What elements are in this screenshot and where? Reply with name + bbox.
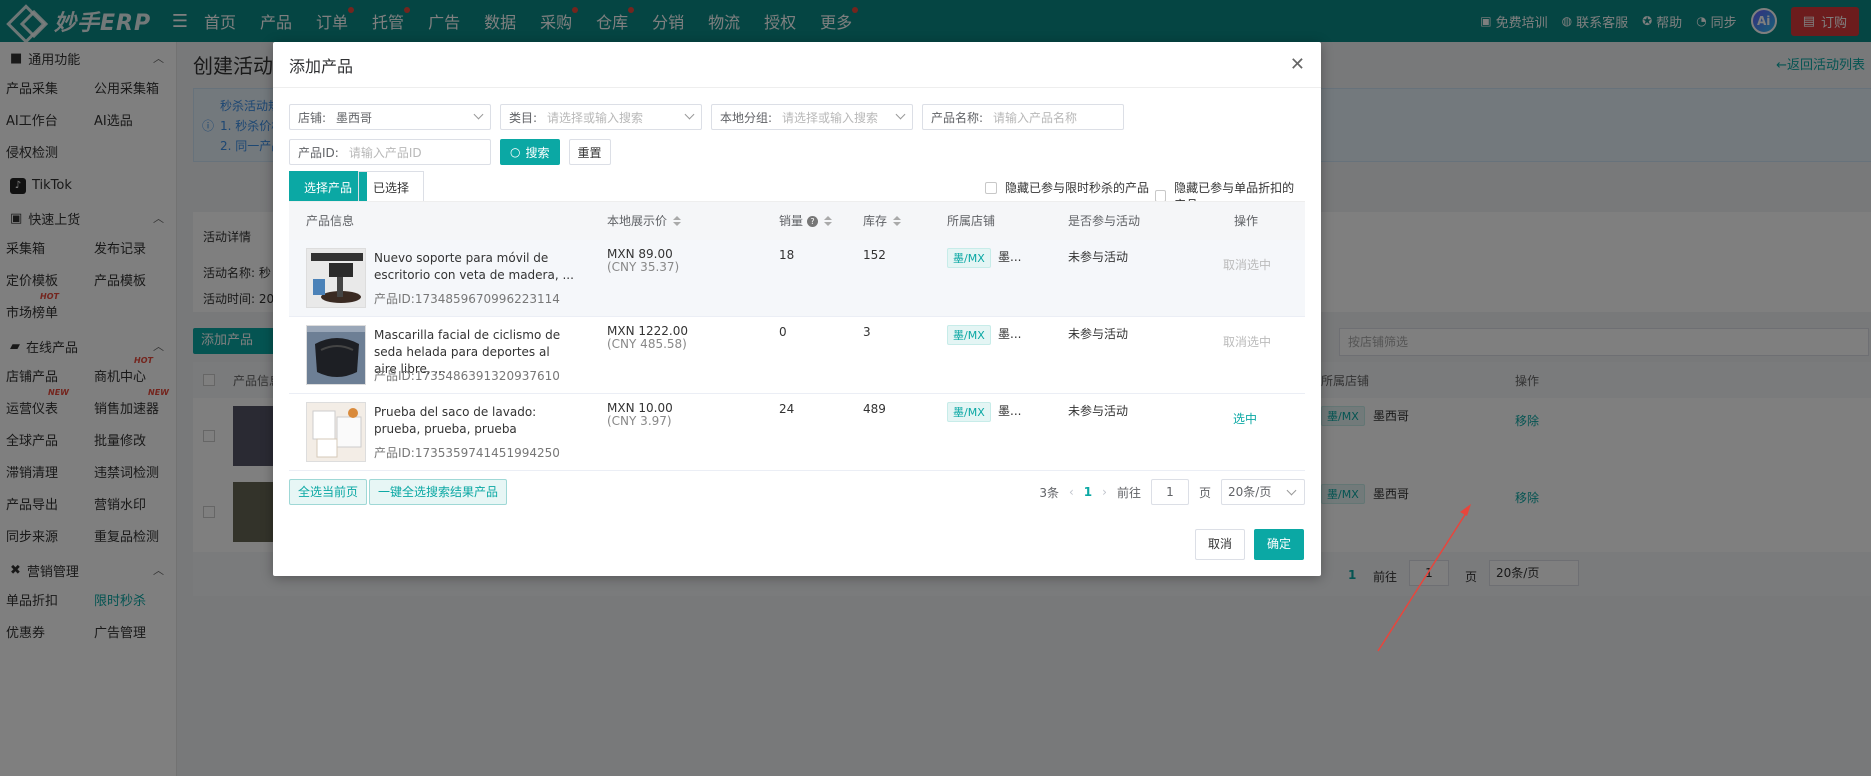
product-price: MXN 1222.00 (CNY 485.58)	[607, 324, 688, 351]
product-id: 产品ID:1734859670996223114	[374, 292, 560, 306]
product-id: 产品ID:1735359741451994250	[374, 446, 560, 460]
shop-select[interactable]: 店铺: 墨西哥	[289, 104, 491, 130]
table-row[interactable]: Mascarilla facial de ciclismo de seda he…	[289, 317, 1305, 394]
filter-bar: 店铺: 墨西哥 类目: 请选择或输入搜索 本地分组: 请选择或输入搜索 产品名称: 请输…	[289, 104, 1305, 174]
col-activity: 是否参与活动	[1068, 214, 1141, 228]
product-id: 产品ID:1735486391320937610	[374, 369, 560, 383]
chevron-down-icon	[684, 109, 695, 120]
table-row[interactable]: Prueba del saco de lavado: prueba, prueb…	[289, 394, 1305, 471]
product-name-input[interactable]: 产品名称: 请输入产品名称	[922, 104, 1124, 130]
page-size-select[interactable]: 20条/页	[1221, 479, 1305, 505]
shop-name: 墨...	[998, 327, 1022, 341]
product-title: Nuevo soporte para móvil de escritorio c…	[374, 251, 574, 282]
checkbox-box	[985, 181, 997, 194]
local-group-select[interactable]: 本地分组: 请选择或输入搜索	[711, 104, 913, 130]
hide-flash-sale-checkbox[interactable]: 隐藏已参与限时秒杀的产品	[985, 179, 1149, 196]
pagination: 3条 ‹ 1 › 前往 1 页 20条/页	[1039, 479, 1305, 505]
product-thumbnail	[306, 402, 366, 462]
col-product-info: 产品信息	[306, 214, 355, 228]
current-page[interactable]: 1	[1084, 485, 1092, 499]
prev-page-icon[interactable]: ‹	[1069, 485, 1074, 499]
goto-label: 前往	[1116, 485, 1141, 500]
table-footer: 全选当前页 一键全选搜索结果产品 3条 ‹ 1 › 前往 1 页 20条/页	[289, 479, 1305, 507]
product-thumbnail	[306, 325, 366, 385]
search-button[interactable]: ○ 搜索	[500, 139, 560, 165]
question-icon: ?	[807, 215, 819, 227]
tab-selected[interactable]: 已选择	[358, 171, 425, 203]
unselect-link[interactable]: 取消选中	[1223, 256, 1271, 273]
shop-tag: 墨/MX	[947, 325, 991, 345]
tab-select-product[interactable]: 选择产品	[289, 171, 368, 203]
product-stock: 3	[863, 325, 871, 339]
close-icon[interactable]: ✕	[1290, 54, 1305, 75]
col-price[interactable]: 本地展示价	[607, 202, 682, 240]
select-current-page-button[interactable]: 全选当前页	[289, 479, 368, 505]
shop-name: 墨...	[998, 404, 1022, 418]
product-stock: 489	[863, 402, 886, 416]
page-unit: 页	[1198, 485, 1211, 500]
product-table: 产品信息 本地展示价 销量? 库存 所属店铺 是否参与活动 操作 Nuevo s…	[289, 201, 1305, 471]
search-icon: ○	[510, 145, 521, 159]
sort-icon	[893, 216, 902, 226]
product-title: Prueba del saco de lavado: prueba, prueb…	[374, 405, 537, 436]
sort-icon	[824, 216, 833, 226]
product-tabs: 选择产品 已选择 隐藏已参与限时秒杀的产品 隐藏已参与单品折扣的产品	[289, 171, 1305, 212]
table-header: 产品信息 本地展示价 销量? 库存 所属店铺 是否参与活动 操作	[289, 202, 1305, 240]
product-price: MXN 10.00 (CNY 3.97)	[607, 401, 673, 428]
activity-status: 未参与活动	[1068, 250, 1129, 264]
table-row[interactable]: Nuevo soporte para móvil de escritorio c…	[289, 240, 1305, 317]
add-product-dialog: 添加产品 ✕ 店铺: 墨西哥 类目: 请选择或输入搜索 本地分组: 请选择或输入搜索 …	[273, 42, 1321, 576]
goto-page-input[interactable]: 1	[1150, 479, 1189, 505]
chevron-down-icon	[895, 109, 906, 120]
product-sales: 24	[779, 402, 795, 416]
total-count: 3条	[1039, 485, 1059, 500]
product-id-input[interactable]: 产品ID: 请输入产品ID	[289, 139, 491, 165]
col-shop: 所属店铺	[947, 214, 996, 228]
product-stock: 152	[863, 248, 886, 262]
col-stock[interactable]: 库存	[863, 202, 902, 240]
category-select[interactable]: 类目: 请选择或输入搜索	[500, 104, 702, 130]
shop-tag: 墨/MX	[947, 402, 991, 422]
activity-status: 未参与活动	[1068, 404, 1129, 418]
select-all-results-button[interactable]: 一键全选搜索结果产品	[369, 479, 508, 505]
next-page-icon[interactable]: ›	[1102, 485, 1107, 499]
activity-status: 未参与活动	[1068, 327, 1129, 341]
shop-name: 墨...	[998, 250, 1022, 264]
confirm-button[interactable]: 确定	[1254, 529, 1304, 560]
col-sales[interactable]: 销量?	[779, 202, 833, 240]
product-thumbnail	[306, 248, 366, 308]
product-sales: 18	[779, 248, 795, 262]
shop-tag: 墨/MX	[947, 248, 991, 268]
reset-button[interactable]: 重置	[568, 139, 611, 165]
unselect-link[interactable]: 取消选中	[1223, 333, 1271, 350]
sort-icon	[673, 216, 682, 226]
select-link[interactable]: 选中	[1233, 410, 1257, 427]
product-sales: 0	[779, 325, 787, 339]
col-operation: 操作	[1234, 214, 1259, 228]
chevron-down-icon	[473, 109, 484, 120]
cancel-button[interactable]: 取消	[1195, 529, 1245, 560]
dialog-title: 添加产品	[289, 56, 354, 76]
product-price: MXN 89.00 (CNY 35.37)	[607, 247, 680, 274]
